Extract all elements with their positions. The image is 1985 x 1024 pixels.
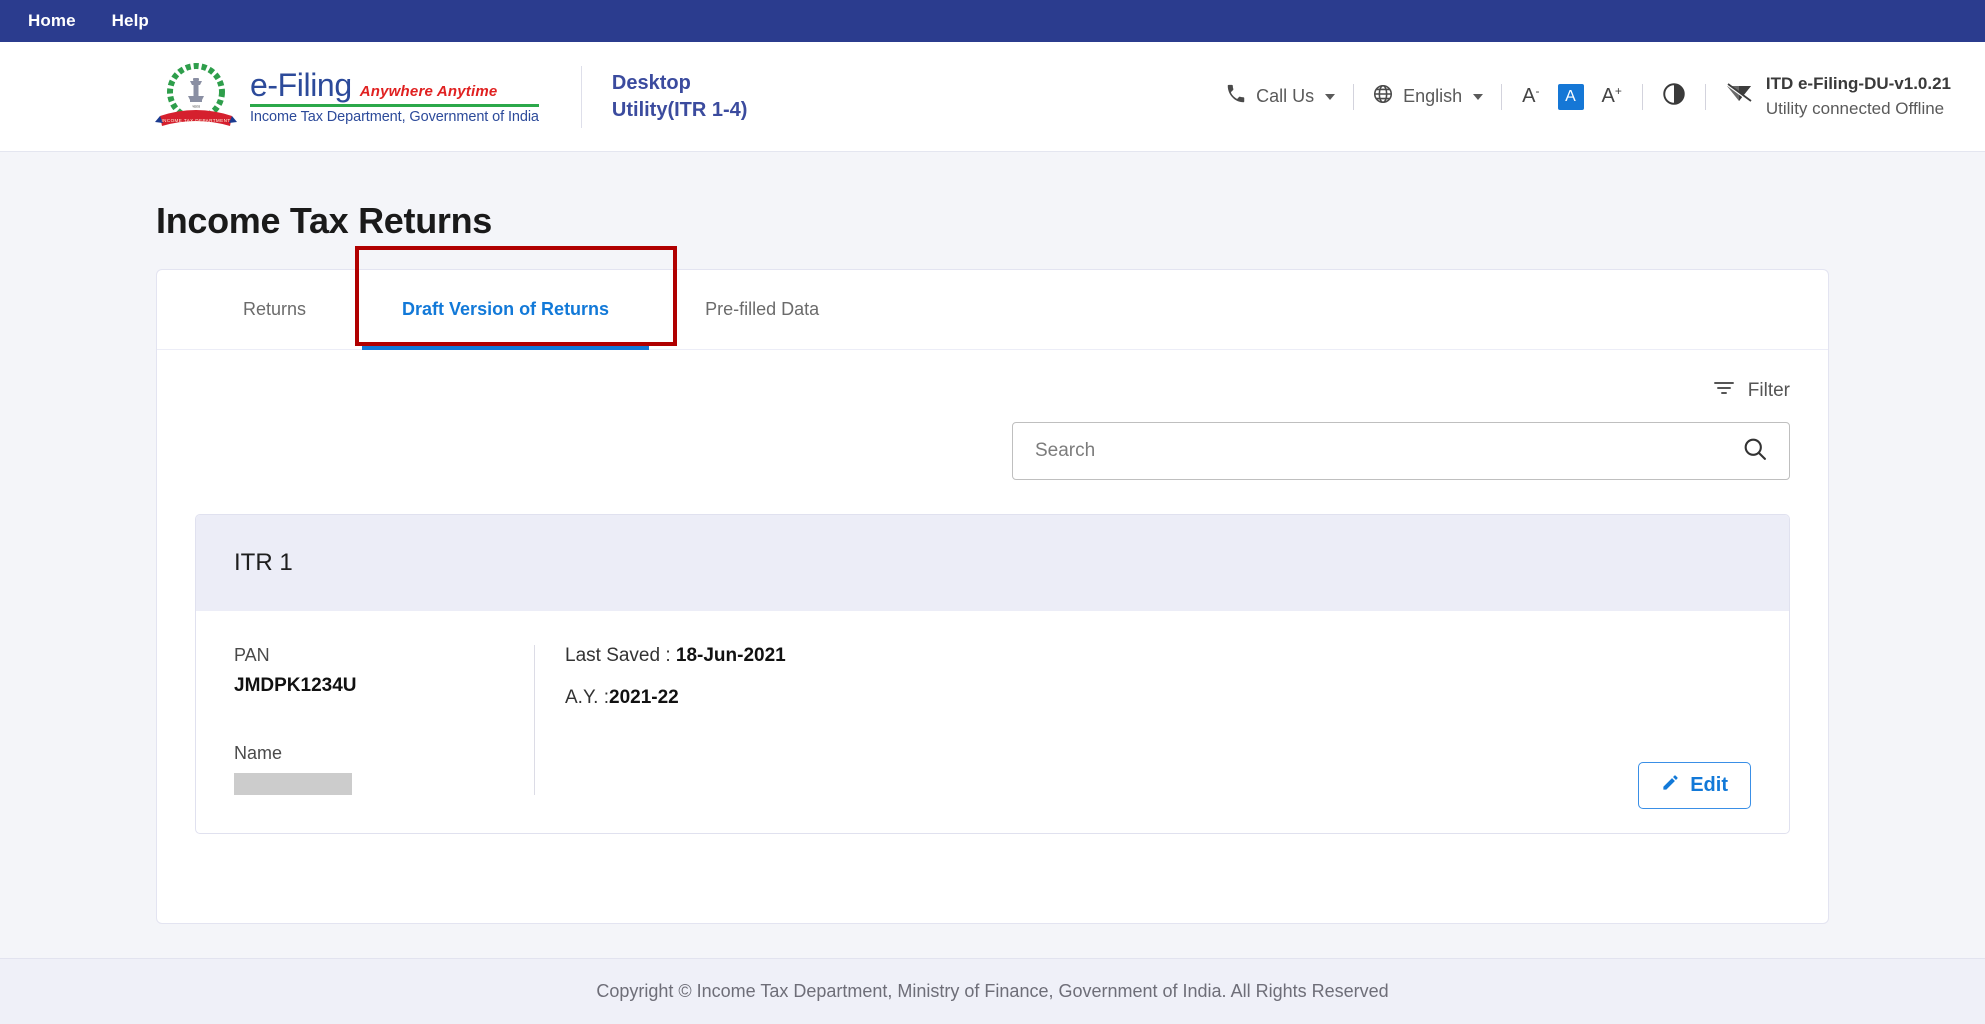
brand-rule: [250, 104, 539, 107]
utility-version: ITD e-Filing-DU-v1.0.21: [1766, 72, 1951, 97]
font-increase-button[interactable]: A+: [1600, 85, 1624, 108]
font-normal-button[interactable]: A: [1558, 84, 1584, 110]
search-box[interactable]: [1012, 422, 1790, 480]
edit-button-label: Edit: [1690, 774, 1728, 797]
header-sep-1: [1353, 84, 1354, 110]
name-value-redacted: [234, 773, 352, 795]
edit-button-wrapper: Edit: [1638, 762, 1751, 809]
header-sep-4: [1705, 84, 1706, 110]
brand-wordmark: e-Filing Anywhere Anytime Income Tax Dep…: [250, 69, 539, 125]
filter-icon: [1712, 376, 1736, 406]
font-decrease-button[interactable]: A-: [1520, 85, 1541, 108]
call-us-dropdown[interactable]: Call Us: [1225, 83, 1335, 110]
filter-label: Filter: [1748, 380, 1790, 402]
itr-card: ITR 1 PAN JMDPK1234U Name Last Saved : 1…: [195, 514, 1790, 834]
itr-card-header: ITR 1: [196, 515, 1789, 611]
brand-tagline: Anywhere Anytime: [360, 84, 498, 99]
india-emblem-income-tax-icon: भारत INCOME TAX DEPARTMENT: [152, 60, 240, 134]
app-utility-label: Desktop Utility(ITR 1-4): [612, 70, 748, 124]
itr-card-left-column: PAN JMDPK1234U Name: [234, 645, 534, 795]
header-sep-3: [1642, 84, 1643, 110]
returns-panel: Returns Draft Version of Returns Pre-fil…: [156, 269, 1829, 924]
itr-card-body: PAN JMDPK1234U Name Last Saved : 18-Jun-…: [196, 611, 1789, 833]
assessment-year-label: A.Y. :: [565, 687, 609, 708]
signal-disconnected-icon: [1724, 81, 1754, 112]
assessment-year-row: A.Y. :2021-22: [565, 687, 1751, 709]
header-utilities: Call Us English A- A A+: [1225, 42, 1985, 151]
main-content: Income Tax Returns Returns Draft Version…: [0, 200, 1985, 924]
pan-label: PAN: [234, 645, 534, 666]
svg-text:भारत: भारत: [192, 104, 200, 109]
filter-row: Filter: [157, 350, 1828, 406]
last-saved-row: Last Saved : 18-Jun-2021: [565, 645, 1751, 667]
top-navigation-bar: Home Help: [0, 0, 1985, 42]
pan-value: JMDPK1234U: [234, 675, 534, 697]
site-footer: Copyright © Income Tax Department, Minis…: [0, 958, 1985, 1024]
svg-text:INCOME TAX DEPARTMENT: INCOME TAX DEPARTMENT: [161, 118, 230, 123]
brand-title: e-Filing: [250, 69, 352, 101]
nav-home-link[interactable]: Home: [28, 11, 76, 31]
itr-card-right-column: Last Saved : 18-Jun-2021 A.Y. :2021-22: [535, 645, 1751, 795]
name-label: Name: [234, 743, 534, 764]
call-us-label: Call Us: [1256, 86, 1314, 107]
pencil-icon: [1661, 773, 1680, 798]
search-icon[interactable]: [1741, 435, 1769, 468]
tab-pre-filled-data[interactable]: Pre-filled Data: [657, 270, 867, 349]
search-row: [157, 406, 1828, 480]
assessment-year-value: 2021-22: [609, 687, 679, 708]
copyright-text: Copyright © Income Tax Department, Minis…: [596, 981, 1388, 1002]
chevron-down-icon: [1325, 94, 1335, 100]
language-label: English: [1403, 86, 1462, 107]
contrast-icon[interactable]: [1661, 81, 1687, 112]
last-saved-label: Last Saved :: [565, 645, 676, 666]
brand-logo[interactable]: भारत INCOME TAX DEPARTMENT e-Filing Anyw…: [152, 60, 539, 134]
brand-department: Income Tax Department, Government of Ind…: [250, 110, 539, 125]
connection-status: ITD e-Filing-DU-v1.0.21 Utility connecte…: [1724, 72, 1951, 121]
chevron-down-icon: [1473, 94, 1483, 100]
filter-button[interactable]: Filter: [1712, 376, 1790, 406]
last-saved-value: 18-Jun-2021: [676, 645, 786, 666]
language-dropdown[interactable]: English: [1372, 83, 1483, 110]
header-sep-2: [1501, 84, 1502, 110]
edit-button[interactable]: Edit: [1638, 762, 1751, 809]
tab-returns[interactable]: Returns: [195, 270, 354, 349]
tab-bar: Returns Draft Version of Returns Pre-fil…: [157, 270, 1828, 350]
app-utility-line1: Desktop: [612, 70, 748, 97]
phone-icon: [1225, 83, 1247, 110]
tab-draft-version-of-returns[interactable]: Draft Version of Returns: [354, 270, 657, 349]
itr-card-title: ITR 1: [234, 549, 293, 577]
globe-icon: [1372, 83, 1394, 110]
nav-help-link[interactable]: Help: [112, 11, 149, 31]
site-header: भारत INCOME TAX DEPARTMENT e-Filing Anyw…: [0, 42, 1985, 152]
app-utility-line2: Utility(ITR 1-4): [612, 97, 748, 124]
search-input[interactable]: [1033, 439, 1741, 463]
font-size-controls: A- A A+: [1520, 84, 1624, 110]
header-divider: [581, 66, 582, 128]
utility-connection-status: Utility connected Offline: [1766, 97, 1951, 122]
page-title: Income Tax Returns: [156, 200, 1985, 242]
